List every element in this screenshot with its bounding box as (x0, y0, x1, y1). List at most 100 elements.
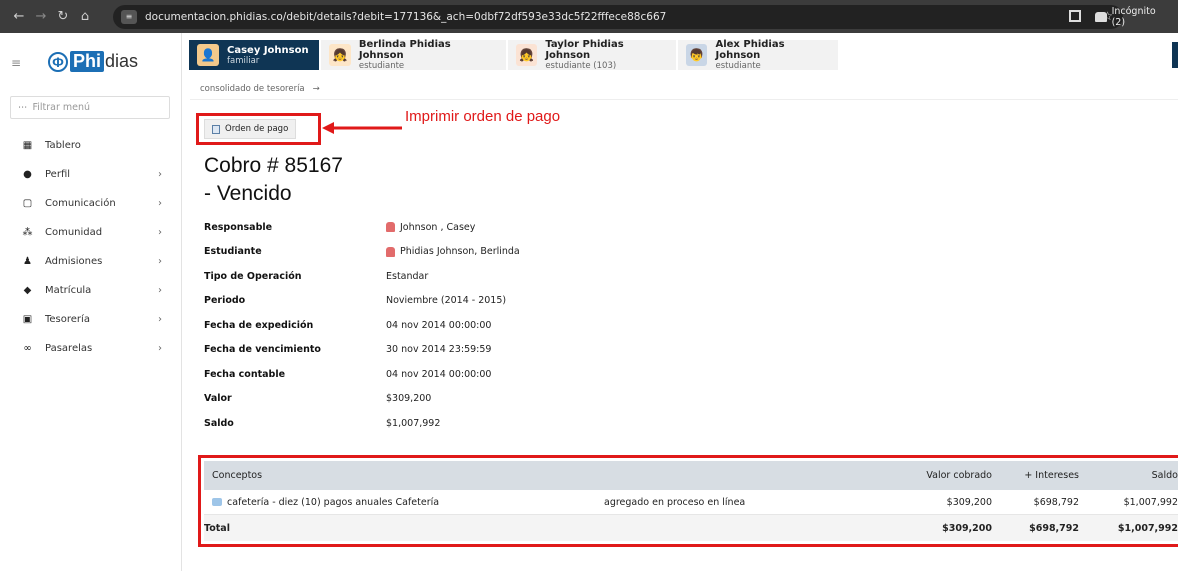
tab-berlinda-phidias-johnson[interactable]: 👧 Berlinda Phidias Johnson estudiante (321, 39, 506, 71)
sidebar-item-pasarelas[interactable]: ∞ Pasarelas › (0, 334, 182, 363)
detail-value: 30 nov 2014 23:59:59 (386, 344, 492, 356)
person-tabs: 👤 Casey Johnson familiar 👧 Berlinda Phid… (189, 39, 840, 71)
site-info-icon[interactable]: ≡ (121, 10, 137, 24)
detail-key: Saldo (204, 417, 234, 429)
column-header: Valor cobrado (926, 470, 992, 481)
detail-value: Noviembre (2014 - 2015) (386, 295, 507, 307)
phidias-logo[interactable]: Φ Phi dias (48, 51, 138, 72)
tab-role: familiar (227, 55, 260, 66)
detail-value: 04 nov 2014 00:00:00 (386, 368, 492, 380)
filter-menu-input[interactable]: ⋯ Filtrar menú (10, 96, 170, 119)
group-icon: ⁂ (22, 227, 33, 238)
detail-value: 04 nov 2014 00:00:00 (386, 319, 492, 331)
tab-name: Taylor Phidias Johnson (545, 39, 624, 61)
filter-icon: ⋯ (18, 102, 28, 113)
sidebar-item-label: Tablero (45, 140, 81, 151)
reload-icon[interactable]: ↻ (52, 9, 74, 24)
avatar: 👤 (197, 44, 219, 66)
arrow-right-icon: → (312, 83, 320, 94)
sidebar-item-label: Tesorería (45, 314, 90, 325)
table-cell: Total (204, 522, 230, 534)
detail-value: Johnson , Casey (386, 222, 475, 233)
dashboard-icon: ▦ (22, 140, 33, 151)
breadcrumb: consolidado de tesorería → (190, 78, 1178, 100)
chat-icon: ▢ (22, 198, 33, 209)
detail-value: Phidias Johnson, Berlinda (386, 246, 520, 257)
admissions-icon: ♟ (23, 256, 32, 267)
logo-dias-text: dias (105, 51, 139, 71)
detail-key: Tipo de Operación (204, 270, 302, 282)
incognito-indicator[interactable]: Incógnito (2) (1087, 6, 1178, 28)
detail-value-text[interactable]: Johnson , Casey (400, 222, 475, 233)
tab-role: estudiante (103) (545, 61, 617, 71)
annotation-text: Imprimir orden de pago (405, 108, 561, 125)
sidebar-item-perfil[interactable]: ● Perfil › (0, 160, 182, 189)
chevron-right-icon: › (158, 285, 162, 296)
person-icon (386, 222, 395, 233)
tab-alex-phidias-johnson[interactable]: 👦 Alex Phidias Johnson estudiante (678, 39, 838, 71)
table-cell: $698,792 (1029, 522, 1079, 534)
detail-row: Fecha de vencimiento 30 nov 2014 23:59:5… (204, 338, 704, 363)
table-cell: cafetería - diez (10) pagos anuales Cafe… (204, 497, 604, 508)
collapse-menu-icon[interactable]: ≡ (11, 56, 21, 70)
person-icon: ● (23, 169, 32, 180)
avatar: 👧 (516, 44, 538, 66)
tab-taylor-phidias-johnson[interactable]: 👧 Taylor Phidias Johnson estudiante (103… (508, 39, 676, 71)
sidebar-item-label: Admisiones (45, 256, 103, 267)
avatar: 👧 (329, 44, 351, 66)
detail-row: Periodo Noviembre (2014 - 2015) (204, 289, 704, 314)
sidebar-item-tablero[interactable]: ▦ Tablero (0, 131, 182, 160)
detail-key: Estudiante (204, 246, 262, 258)
url-text: documentacion.phidias.co/debit/details?d… (145, 11, 667, 23)
annotation-highlight-box (196, 113, 321, 145)
table-cell: $698,792 (1033, 496, 1079, 508)
filter-placeholder: Filtrar menú (32, 102, 91, 113)
side-panel-icon[interactable] (1069, 10, 1081, 22)
detail-value: $309,200 (386, 393, 432, 405)
concepts-table: Conceptos Valor cobrado + Intereses Sald… (204, 461, 1178, 541)
detail-key: Periodo (204, 295, 246, 307)
detail-value: Estandar (386, 270, 429, 282)
address-bar[interactable]: ≡ documentacion.phidias.co/debit/details… (113, 5, 1123, 29)
money-icon: ▣ (22, 314, 33, 325)
title-line-1: Cobro # 85167 (204, 154, 343, 177)
detail-key: Fecha de expedición (204, 319, 314, 331)
chevron-right-icon: › (158, 314, 162, 325)
sidebar-item-matricula[interactable]: ◆ Matrícula › (0, 276, 182, 305)
table-cell: agregado en proceso en línea (604, 496, 746, 508)
tab-casey-johnson[interactable]: 👤 Casey Johnson familiar (189, 40, 319, 70)
tag-icon (212, 498, 222, 506)
detail-value-text[interactable]: Phidias Johnson, Berlinda (400, 246, 520, 257)
table-cell: $1,007,992 (1117, 522, 1178, 534)
detail-row: Fecha contable 04 nov 2014 00:00:00 (204, 362, 704, 387)
chevron-right-icon: › (158, 198, 162, 209)
sidebar-item-comunidad[interactable]: ⁂ Comunidad › (0, 218, 182, 247)
sidebar-item-comunicacion[interactable]: ▢ Comunicación › (0, 189, 182, 218)
tab-role: estudiante (358, 61, 405, 71)
table-cell: $309,200 (942, 522, 992, 534)
incognito-icon (1095, 12, 1107, 22)
sidebar-item-admisiones[interactable]: ♟ Admisiones › (0, 247, 182, 276)
breadcrumb-link[interactable]: consolidado de tesorería (200, 84, 305, 94)
sidebar-item-label: Comunidad (45, 227, 103, 238)
forward-icon[interactable]: → (30, 9, 52, 24)
chevron-right-icon: › (158, 256, 162, 267)
title-line-2: - Vencido (204, 182, 292, 205)
detail-key: Valor (204, 393, 232, 405)
detail-key: Fecha contable (204, 368, 286, 380)
column-header: Saldo (1151, 470, 1178, 481)
column-header: + Intereses (1024, 470, 1079, 481)
table-header: Conceptos Valor cobrado + Intereses Sald… (204, 461, 1178, 490)
chevron-right-icon: › (158, 227, 162, 238)
home-icon[interactable]: ⌂ (74, 9, 96, 24)
browser-toolbar: ← → ↻ ⌂ ≡ documentacion.phidias.co/debit… (0, 0, 1178, 33)
detail-key: Responsable (204, 221, 273, 233)
sidebar-item-label: Pasarelas (45, 343, 93, 354)
back-icon[interactable]: ← (8, 9, 30, 24)
debit-details: Responsable Johnson , Casey Estudiante P… (204, 215, 704, 436)
tab-name: Casey Johnson (227, 44, 309, 56)
sidebar-item-tesoreria[interactable]: ▣ Tesorería › (0, 305, 182, 334)
user-thumbnail[interactable] (1172, 42, 1178, 68)
table-row: cafetería - diez (10) pagos anuales Cafe… (204, 490, 1178, 515)
tab-role: estudiante (715, 61, 761, 71)
